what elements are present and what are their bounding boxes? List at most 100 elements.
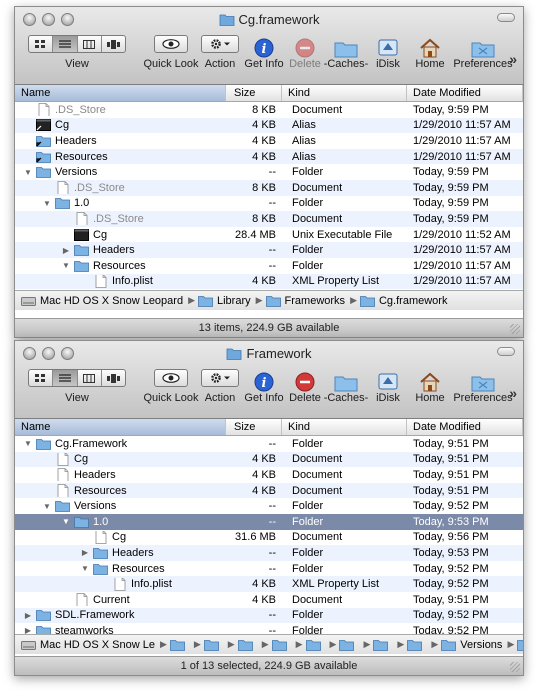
quick-look-button[interactable]: Quick Look: [139, 31, 203, 70]
folder-icon[interactable]: [323, 365, 369, 392]
home-icon[interactable]: [411, 31, 449, 58]
list-item[interactable]: .DS_Store 8 KB Document Today, 9:59 PM: [15, 102, 523, 118]
idisk-button[interactable]: iDisk: [371, 31, 405, 70]
toolbar-overflow-button[interactable]: »: [509, 51, 517, 67]
disclosure-open-icon[interactable]: ▼: [61, 517, 71, 527]
idisk-icon[interactable]: [371, 31, 405, 58]
list-item[interactable]: ▼ Resources -- Folder 1/29/2010 11:57 AM: [15, 258, 523, 274]
list-item[interactable]: Cg 31.6 MB Document Today, 9:56 PM: [15, 530, 523, 546]
delete-icon[interactable]: [287, 365, 323, 392]
preferences-folder-icon[interactable]: [453, 31, 513, 58]
toolbar-toggle-button[interactable]: [497, 13, 515, 22]
list-view-icon[interactable]: [53, 370, 78, 386]
caches-folder-button[interactable]: -Caches-: [323, 365, 369, 404]
list-item[interactable]: ▼ 1.0 -- Folder Today, 9:53 PM: [15, 513, 523, 530]
path-segment[interactable]: 1.0: [517, 638, 523, 651]
list-item[interactable]: Resources 4 KB Alias 1/29/2010 11:57 AM: [15, 148, 523, 165]
size-column-header[interactable]: Size: [226, 419, 282, 435]
path-segment[interactable]: Versions: [441, 638, 502, 651]
cover-flow-icon[interactable]: [102, 36, 125, 52]
view-segmented[interactable]: [28, 369, 126, 387]
column-view-icon[interactable]: [78, 370, 102, 386]
path-segment-collapsed[interactable]: [237, 638, 257, 651]
gear-icon[interactable]: [201, 369, 239, 387]
eye-icon[interactable]: [154, 35, 188, 53]
name-column-header[interactable]: Name: [15, 419, 226, 435]
info-icon[interactable]: i: [243, 365, 285, 392]
resize-grip[interactable]: [510, 324, 520, 334]
date-column-header[interactable]: Date Modified: [407, 419, 523, 435]
preferences-button[interactable]: Preferences: [453, 31, 513, 70]
disclosure-open-icon[interactable]: ▼: [42, 198, 52, 208]
disclosure-open-icon[interactable]: ▼: [80, 564, 90, 574]
resize-grip[interactable]: [510, 662, 520, 672]
disclosure-open-icon[interactable]: ▼: [23, 167, 33, 177]
action-button[interactable]: Action: [197, 31, 243, 70]
disclosure-closed-icon[interactable]: ▶: [61, 245, 71, 255]
home-button[interactable]: Home: [411, 31, 449, 70]
get-info-button[interactable]: i Get Info: [243, 365, 285, 404]
disclosure-open-icon[interactable]: ▼: [42, 501, 52, 511]
list-item[interactable]: Cg 4 KB Document Today, 9:51 PM: [15, 451, 523, 468]
view-control[interactable]: View: [25, 31, 129, 70]
toolbar-toggle-button[interactable]: [497, 347, 515, 356]
list-item[interactable]: ▼ 1.0 -- Folder Today, 9:59 PM: [15, 196, 523, 212]
path-segment[interactable]: Mac HD OS X Snow Le: [21, 638, 155, 651]
eye-icon[interactable]: [154, 369, 188, 387]
view-segmented[interactable]: [28, 35, 126, 53]
list-item[interactable]: ▶ SDL.Framework -- Folder Today, 9:52 PM: [15, 607, 523, 624]
list-item[interactable]: ▼ Versions -- Folder Today, 9:59 PM: [15, 164, 523, 180]
delete-button[interactable]: Delete: [287, 31, 323, 70]
folder-icon[interactable]: [323, 31, 369, 58]
size-column-header[interactable]: Size: [226, 85, 282, 101]
path-segment-collapsed[interactable]: [169, 638, 189, 651]
list-item[interactable]: Headers 4 KB Alias 1/29/2010 11:57 AM: [15, 133, 523, 149]
list-item[interactable]: Headers 4 KB Document Today, 9:51 PM: [15, 467, 523, 483]
toolbar-overflow-button[interactable]: »: [509, 385, 517, 401]
icon-view-icon[interactable]: [29, 36, 54, 52]
idisk-icon[interactable]: [371, 365, 405, 392]
idisk-button[interactable]: iDisk: [371, 365, 405, 404]
get-info-button[interactable]: i Get Info: [243, 31, 285, 70]
path-segment-collapsed[interactable]: [203, 638, 223, 651]
column-view-icon[interactable]: [78, 36, 102, 52]
name-column-header[interactable]: Name: [15, 85, 226, 101]
path-segment-collapsed[interactable]: [339, 638, 358, 651]
disclosure-open-icon[interactable]: ▼: [61, 261, 71, 271]
list-item[interactable]: Resources 4 KB Document Today, 9:51 PM: [15, 482, 523, 499]
home-button[interactable]: Home: [411, 365, 449, 404]
list-item[interactable]: Info.plist 4 KB XML Property List 1/29/2010…: [15, 273, 523, 290]
path-segment[interactable]: Frameworks: [265, 294, 345, 307]
view-control[interactable]: View: [25, 365, 129, 404]
list-item[interactable]: .DS_Store 8 KB Document Today, 9:59 PM: [15, 179, 523, 196]
list-item[interactable]: Cg 28.4 MB Unix Executable File 1/29/2010 1…: [15, 227, 523, 243]
gear-icon[interactable]: [201, 35, 239, 53]
delete-button[interactable]: Delete: [287, 365, 323, 404]
action-button[interactable]: Action: [197, 365, 243, 404]
delete-icon[interactable]: [287, 31, 323, 58]
kind-column-header[interactable]: Kind: [282, 419, 407, 435]
list-item[interactable]: ▶ Headers -- Folder Today, 9:53 PM: [15, 545, 523, 561]
list-item[interactable]: ▼ Resources -- Folder Today, 9:52 PM: [15, 561, 523, 577]
path-segment-collapsed[interactable]: [271, 638, 291, 651]
list-view-icon[interactable]: [53, 36, 78, 52]
caches-folder-button[interactable]: -Caches-: [323, 31, 369, 70]
disclosure-closed-icon[interactable]: ▶: [80, 548, 90, 558]
disclosure-closed-icon[interactable]: ▶: [23, 610, 33, 620]
list-item[interactable]: Cg 4 KB Alias 1/29/2010 11:57 AM: [15, 117, 523, 134]
quick-look-button[interactable]: Quick Look: [139, 365, 203, 404]
disclosure-open-icon[interactable]: ▼: [23, 439, 33, 449]
path-segment-collapsed[interactable]: [407, 638, 426, 651]
list-item[interactable]: Info.plist 4 KB XML Property List Today, 9:…: [15, 576, 523, 592]
preferences-button[interactable]: Preferences: [453, 365, 513, 404]
list-item[interactable]: ▼ Versions -- Folder Today, 9:52 PM: [15, 498, 523, 514]
home-icon[interactable]: [411, 365, 449, 392]
path-segment-collapsed[interactable]: [373, 638, 392, 651]
list-item[interactable]: Current 4 KB Document Today, 9:51 PM: [15, 592, 523, 608]
preferences-folder-icon[interactable]: [453, 365, 513, 392]
path-segment[interactable]: Mac HD OS X Snow Leopard: [21, 294, 183, 307]
list-item[interactable]: .DS_Store 8 KB Document Today, 9:59 PM: [15, 211, 523, 227]
cover-flow-icon[interactable]: [102, 370, 125, 386]
list-item[interactable]: ▼ Cg.Framework -- Folder Today, 9:51 PM: [15, 436, 523, 452]
path-segment-collapsed[interactable]: [305, 638, 325, 651]
